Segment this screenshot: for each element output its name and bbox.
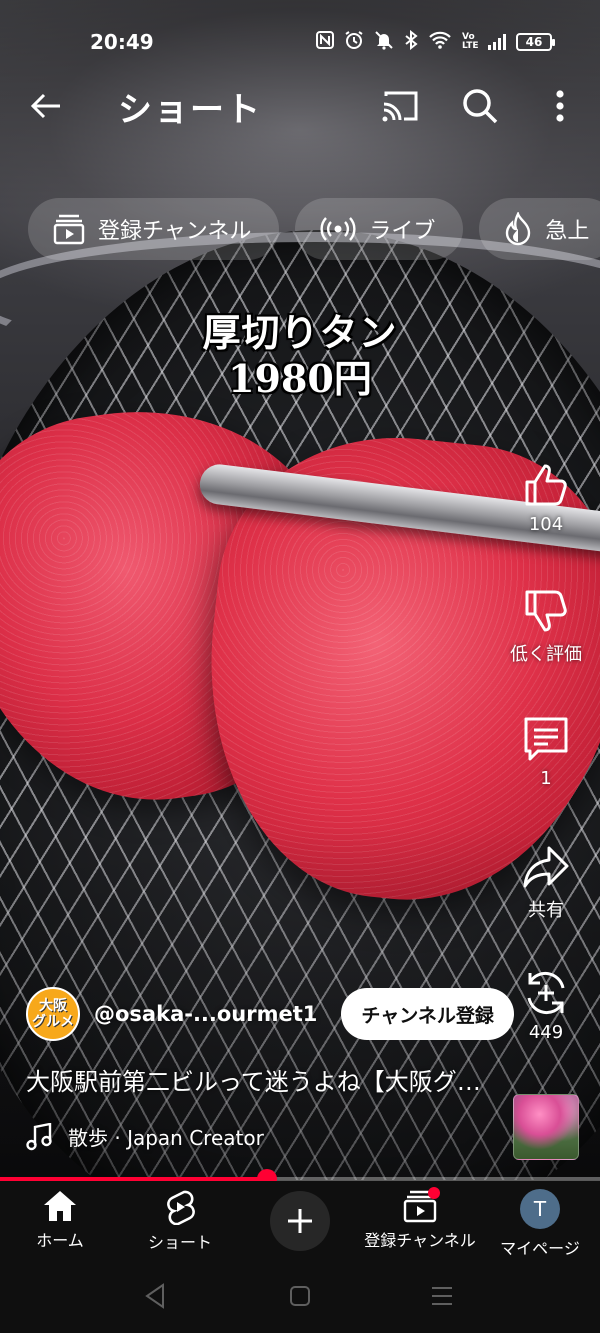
chip-subscriptions[interactable]: 登録チャンネル	[28, 198, 280, 260]
channel-row: 大阪 グルメ @osaka-...ourmet1 チャンネル登録	[26, 986, 514, 1042]
nfc-icon	[316, 30, 334, 54]
chip-live[interactable]: ライブ	[295, 198, 464, 260]
nav-shorts-label: ショート	[147, 1233, 212, 1252]
shorts-header: ショート	[0, 76, 600, 136]
comments-button[interactable]: 1	[506, 714, 586, 789]
dislike-button[interactable]: 低く評価	[506, 586, 586, 666]
system-navigation-bar	[0, 1261, 600, 1333]
shorts-icon	[167, 1190, 195, 1225]
signal-icon	[488, 34, 506, 50]
remix-count: 449	[528, 1022, 564, 1043]
alarm-icon	[344, 30, 364, 55]
chip-label: 急上	[545, 219, 590, 244]
remix-button[interactable]: 449	[506, 968, 586, 1043]
chip-label: 登録チャンネル	[98, 219, 252, 244]
nav-shorts[interactable]: ショート	[120, 1189, 240, 1253]
nav-you[interactable]: T マイページ	[480, 1189, 600, 1259]
system-home-icon[interactable]	[288, 1283, 312, 1313]
thumbs-up-icon	[525, 464, 567, 506]
music-note-icon	[26, 1122, 52, 1150]
back-arrow-icon[interactable]	[26, 86, 66, 126]
chip-trending[interactable]: 急上	[479, 198, 600, 260]
channel-handle[interactable]: @osaka-...ourmet1	[94, 1002, 317, 1026]
like-count: 104	[528, 514, 564, 535]
remix-icon	[527, 972, 565, 1014]
music-row[interactable]: 散歩 · Japan Creator	[26, 1122, 264, 1151]
subscriptions-icon	[53, 214, 85, 245]
share-icon	[523, 846, 569, 888]
avatar-text-line1: 大阪	[39, 998, 67, 1014]
cast-icon[interactable]	[380, 88, 420, 124]
status-bar: 20:49 Vo LTE 46	[0, 22, 600, 62]
plus-icon	[288, 1209, 312, 1233]
subscribe-button[interactable]: チャンネル登録	[341, 988, 514, 1040]
avatar-text-line2: グルメ	[32, 1014, 74, 1030]
status-icons: Vo LTE 46	[316, 29, 555, 55]
music-label: 散歩 · Japan Creator	[68, 1126, 264, 1150]
system-back-icon[interactable]	[144, 1283, 166, 1313]
nav-subscriptions[interactable]: 登録チャンネル	[360, 1187, 480, 1251]
status-time: 20:49	[90, 30, 154, 54]
share-label: 共有	[528, 900, 564, 921]
more-options-icon[interactable]	[548, 86, 572, 126]
mute-icon	[374, 30, 394, 55]
notification-dot	[428, 1187, 440, 1199]
chip-label: ライブ	[369, 219, 436, 244]
battery-icon: 46	[516, 33, 555, 51]
trending-icon	[506, 212, 531, 246]
search-icon[interactable]	[460, 86, 500, 126]
home-icon	[44, 1191, 76, 1221]
comment-count: 1	[540, 768, 552, 789]
page-title: ショート	[118, 90, 262, 130]
dislike-label: 低く評価	[510, 644, 582, 665]
feed-filter-chips: 登録チャンネル ライブ 急上	[28, 198, 600, 260]
video-caption-line2: 1980円	[228, 356, 372, 401]
live-icon	[320, 217, 356, 241]
wifi-icon	[428, 31, 452, 54]
volte-icon: Vo LTE	[462, 32, 479, 51]
system-recents-icon[interactable]	[430, 1283, 454, 1313]
comment-icon	[524, 717, 568, 761]
avatar: T	[520, 1189, 560, 1229]
like-button[interactable]: 104	[506, 460, 586, 535]
sound-thumbnail[interactable]	[513, 1094, 579, 1160]
bluetooth-icon	[404, 29, 418, 55]
bottom-navigation: ホーム ショート 登録チャンネル T マイページ	[0, 1181, 600, 1261]
share-button[interactable]: 共有	[506, 842, 586, 922]
nav-home-label: ホーム	[36, 1231, 84, 1250]
nav-home[interactable]: ホーム	[0, 1189, 120, 1251]
nav-subscriptions-label: 登録チャンネル	[364, 1231, 476, 1250]
channel-avatar[interactable]: 大阪 グルメ	[26, 987, 80, 1041]
video-title[interactable]: 大阪駅前第二ビルって迷うよね【大阪グルメ】	[26, 1062, 496, 1097]
nav-you-label: マイページ	[500, 1239, 580, 1258]
thumbs-down-icon	[525, 590, 567, 632]
create-button[interactable]	[270, 1191, 330, 1251]
